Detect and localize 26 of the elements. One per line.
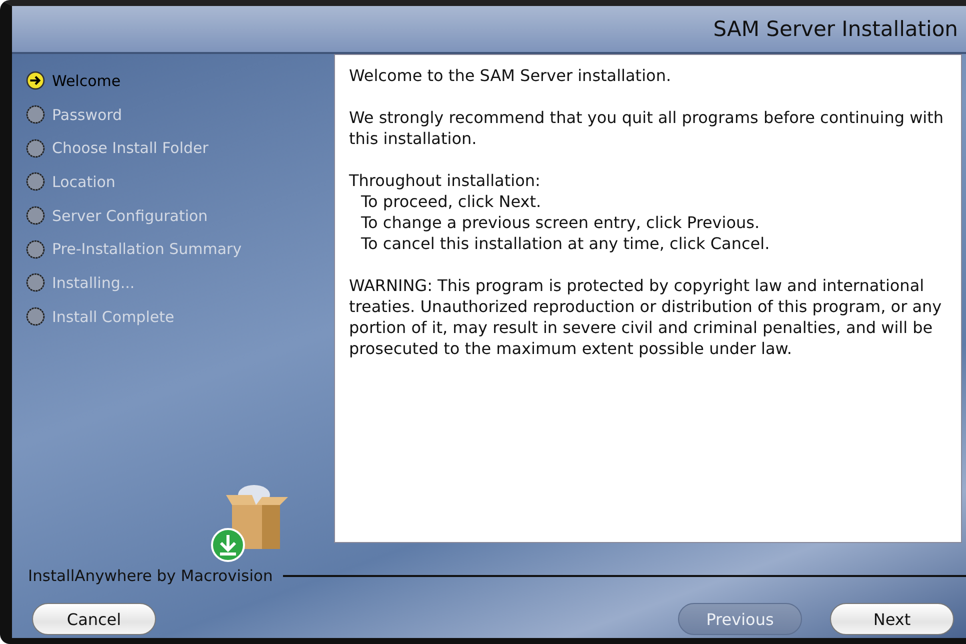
step-item: Welcome <box>26 64 322 98</box>
message-paragraph: We strongly recommend that you quit all programs before continuing with this installation. <box>349 107 945 149</box>
circle-icon <box>26 307 45 326</box>
circle-icon <box>26 172 45 192</box>
step-item: Pre-Installation Summary <box>26 232 322 266</box>
message-paragraph: WARNING: This program is protected by copyright law and international treaties. Unauthorized reproduction or distribution of this program, or any portion of it, may result in severe civil and criminal penalties, and will be prosecuted to the maximum extent possible under law. <box>349 275 943 359</box>
step-item: Location <box>26 165 322 199</box>
step-item: Server Configuration <box>26 198 322 232</box>
message-line: Throughout installation: <box>349 170 542 191</box>
circle-icon <box>26 240 45 259</box>
window-title: SAM Server Installation <box>713 17 958 41</box>
step-item: Install Complete <box>26 300 322 334</box>
wizard-button[interactable]: Cancel <box>32 603 156 635</box>
circle-icon <box>26 138 45 158</box>
message-line: To proceed, click Next. <box>360 191 542 212</box>
step-item: Choose Install Folder <box>26 131 322 166</box>
step-item: Installing... <box>26 266 322 300</box>
circle-icon <box>26 105 45 124</box>
step-item: Password <box>26 98 322 132</box>
circle-icon <box>26 206 45 226</box>
message-paragraph: Welcome to the SAM Server installation. <box>349 65 672 86</box>
message-line: To change a previous screen entry, click Previous. <box>360 212 761 233</box>
message-line: To cancel this installation at any time, click Cancel. <box>360 233 771 254</box>
wizard-button[interactable]: Next <box>830 603 954 635</box>
brand-label: InstallAnywhere by Macrovision <box>28 567 273 585</box>
circle-icon <box>26 273 45 292</box>
